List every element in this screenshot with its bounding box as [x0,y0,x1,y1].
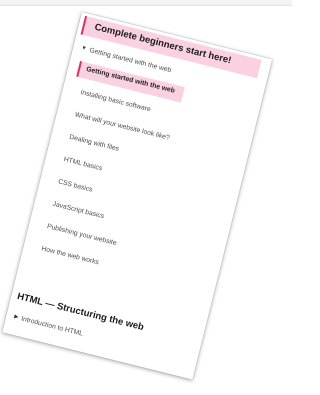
triangle-down-icon: ▼ [80,44,88,53]
group-toggle-label: Introduction to HTML [20,315,84,338]
sidebar-item-css-basics[interactable]: CSS basics [57,177,94,195]
sidebar-item-publishing-website[interactable]: Publishing your website [46,222,118,249]
sidebar-nav: Complete beginners start here! ▼Getting … [2,12,273,380]
sidebar-item-how-web-works[interactable]: How the web works [40,244,100,268]
sidebar-item-html-basics[interactable]: HTML basics [62,155,103,174]
browser-top-edge [0,0,292,6]
sidebar-item-dealing-with-files[interactable]: Dealing with files [68,133,120,155]
sidebar-item-javascript-basics[interactable]: JavaScript basics [51,200,105,222]
screenshot-stage: Complete beginners start here! ▼Getting … [0,0,292,395]
triangle-right-icon: ▶ [13,313,20,321]
